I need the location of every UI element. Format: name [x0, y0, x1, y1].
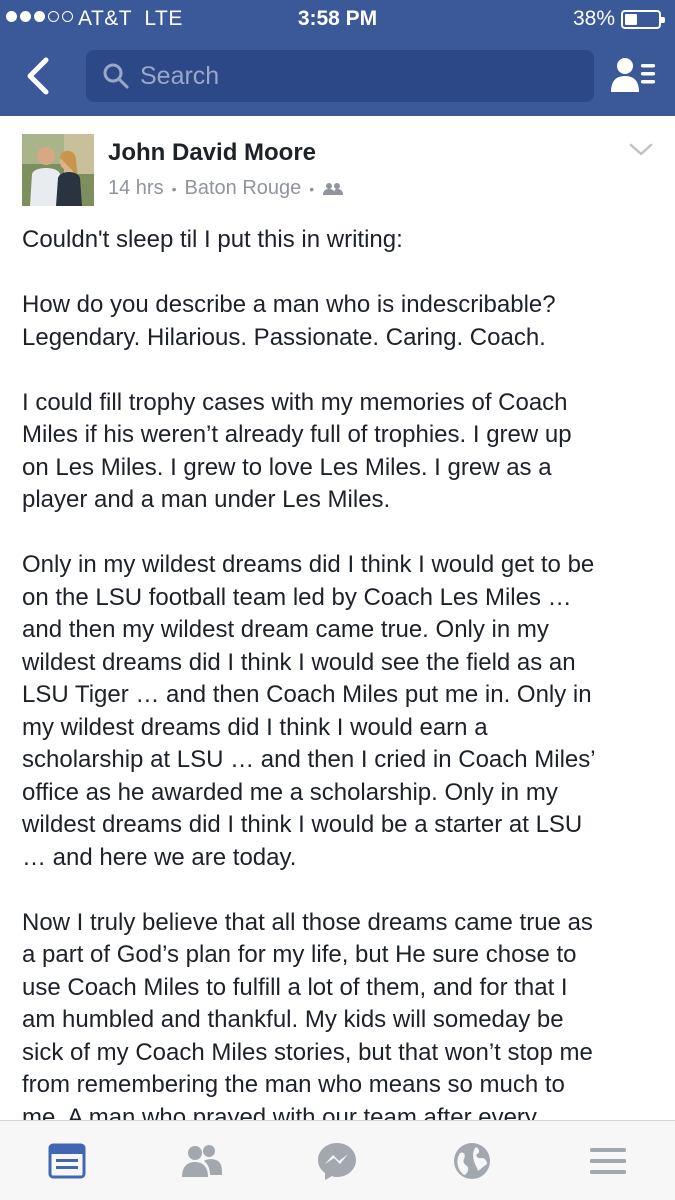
- post-text-line: Couldn't sleep til I put this in writing…: [22, 226, 403, 253]
- post-text-line: LSU Tiger … and then Coach Miles put me …: [22, 681, 592, 708]
- post-text-line: I could fill trophy cases with my memori…: [22, 388, 568, 416]
- post-paragraph: I could fill trophy cases with my memori…: [22, 387, 662, 517]
- post-text-line: office as he awarded me a scholarship. O…: [22, 778, 558, 806]
- status-bar: AT&T LTE 3:58 PM 38%: [0, 0, 675, 38]
- search-placeholder: Search: [140, 62, 220, 90]
- post-location[interactable]: Baton Rouge: [185, 177, 302, 200]
- app-header: AT&T LTE 3:58 PM 38% Search: [0, 0, 675, 116]
- post-text: Couldn't sleep til I put this in writing…: [22, 224, 662, 1167]
- post-paragraph: Only in my wildest dreams did I think I …: [22, 549, 662, 874]
- battery-percent: 38%: [572, 7, 615, 30]
- friends-icon[interactable]: [180, 1139, 224, 1183]
- post-text-line: wildest dreams did I think I would be a …: [22, 811, 583, 838]
- post-meta: 14 hrs • Baton Rouge •: [108, 177, 344, 200]
- menu-icon[interactable]: [586, 1139, 630, 1183]
- meta-separator: •: [171, 180, 177, 197]
- post-text-line: on Les Miles. I grew to love Les Miles. …: [22, 453, 552, 481]
- post-text-line: a part of God’s plan for my life, but He…: [22, 941, 577, 968]
- post-paragraph: Couldn't sleep til I put this in writing…: [22, 224, 662, 257]
- post-text-line: wildest dreams did I think I would see t…: [22, 648, 576, 676]
- back-arrow-icon[interactable]: [18, 54, 62, 98]
- post-text-line: player and a man under Les Miles.: [22, 486, 391, 513]
- chevron-down-icon[interactable]: [629, 142, 653, 158]
- post-paragraph: Now I truly believe that all those dream…: [22, 907, 662, 1135]
- messenger-icon[interactable]: [315, 1139, 359, 1183]
- post-text-line: Miles if his weren’t already full of tro…: [22, 421, 572, 448]
- post-text-line: Only in my wildest dreams did I think I …: [22, 551, 595, 578]
- post-text-line: use Coach Miles to fulfill a lot of them…: [22, 973, 568, 1001]
- battery-icon: [621, 10, 665, 29]
- post-text-line: … and here we are today.: [22, 843, 297, 871]
- author-avatar[interactable]: [22, 134, 94, 206]
- friend-requests-icon[interactable]: [609, 54, 657, 98]
- meta-separator: •: [309, 180, 315, 197]
- post-text-line: from remembering the man who means so mu…: [22, 1071, 565, 1098]
- post-text-line: scholarship at LSU … and then I cried in…: [22, 746, 596, 773]
- post-text-line: sick of my Coach Miles stories, but that…: [22, 1038, 593, 1066]
- post-text-line: Legendary. Hilarious. Passionate. Caring…: [22, 323, 546, 351]
- post-text-line: am humbled and thankful. My kids will so…: [22, 1006, 564, 1033]
- friends-audience-icon[interactable]: [322, 182, 344, 196]
- post-text-line: my wildest dreams did I think I would ea…: [22, 713, 488, 741]
- search-icon: [103, 63, 129, 89]
- post-text-line: Now I truly believe that all those dream…: [22, 908, 593, 936]
- navigation-bar: Search: [0, 46, 675, 106]
- bottom-tab-bar: [0, 1120, 675, 1200]
- post-timestamp[interactable]: 14 hrs: [108, 177, 164, 200]
- notifications-globe-icon[interactable]: [450, 1139, 494, 1183]
- post-text-line: and then my wildest dream came true. Onl…: [22, 616, 549, 643]
- post-author-name[interactable]: John David Moore: [108, 139, 316, 167]
- post-text-line: How do you describe a man who is indescr…: [22, 291, 556, 318]
- news-feed-icon[interactable]: [45, 1139, 89, 1183]
- search-input[interactable]: Search: [86, 50, 594, 102]
- post-text-line: on the LSU football team led by Coach Le…: [22, 583, 572, 611]
- post-paragraph: How do you describe a man who is indescr…: [22, 289, 662, 354]
